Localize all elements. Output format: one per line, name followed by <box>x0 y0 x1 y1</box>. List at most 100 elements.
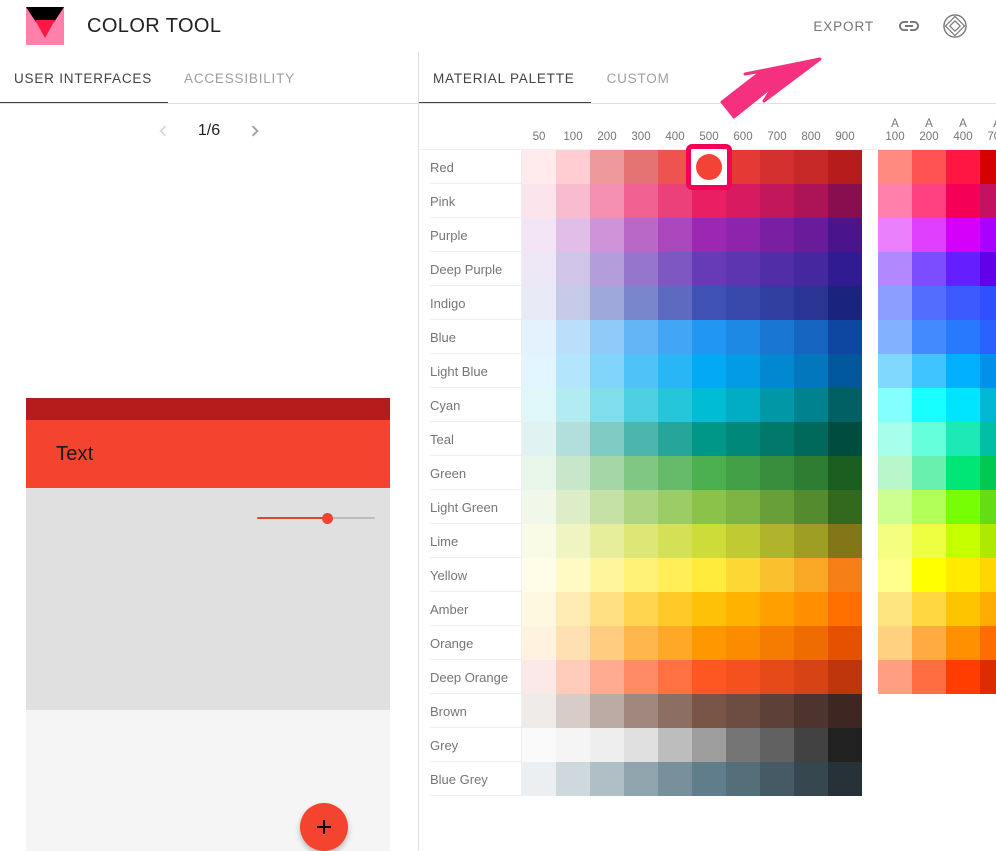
palette-swatch[interactable] <box>726 422 760 456</box>
palette-swatch[interactable] <box>760 660 794 694</box>
palette-swatch[interactable] <box>522 694 556 728</box>
palette-swatch[interactable] <box>556 150 590 184</box>
palette-swatch[interactable] <box>624 660 658 694</box>
palette-swatch[interactable] <box>794 558 828 592</box>
palette-swatch[interactable] <box>590 150 624 184</box>
palette-swatch[interactable] <box>828 286 862 320</box>
mockup-slider[interactable] <box>257 511 375 525</box>
palette-swatch[interactable] <box>828 762 862 796</box>
palette-row-label-blue[interactable]: Blue <box>420 320 522 354</box>
palette-swatch[interactable] <box>878 252 912 286</box>
palette-swatch[interactable] <box>760 320 794 354</box>
palette-swatch[interactable] <box>692 456 726 490</box>
chevron-right-icon[interactable] <box>238 118 272 144</box>
palette-row-label-blue-grey[interactable]: Blue Grey <box>420 762 522 796</box>
slider-thumb[interactable] <box>321 513 333 524</box>
palette-swatch[interactable] <box>878 150 912 184</box>
palette-swatch[interactable] <box>878 660 912 694</box>
palette-swatch[interactable] <box>980 422 996 456</box>
palette-swatch[interactable] <box>726 558 760 592</box>
palette-swatch[interactable] <box>980 626 996 660</box>
palette-swatch[interactable] <box>624 354 658 388</box>
palette-swatch[interactable] <box>912 490 946 524</box>
palette-swatch[interactable] <box>624 592 658 626</box>
palette-row-label-orange[interactable]: Orange <box>420 626 522 660</box>
palette-swatch[interactable] <box>658 626 692 660</box>
palette-swatch[interactable] <box>828 422 862 456</box>
palette-swatch[interactable] <box>946 150 980 184</box>
palette-swatch[interactable] <box>794 150 828 184</box>
palette-swatch[interactable] <box>556 524 590 558</box>
palette-swatch[interactable] <box>590 490 624 524</box>
palette-swatch[interactable] <box>692 354 726 388</box>
tab-user-interfaces[interactable]: USER INTERFACES <box>0 52 169 104</box>
palette-swatch[interactable] <box>556 694 590 728</box>
palette-swatch[interactable] <box>878 422 912 456</box>
palette-swatch[interactable] <box>624 626 658 660</box>
palette-swatch[interactable] <box>522 286 556 320</box>
palette-swatch[interactable] <box>624 728 658 762</box>
palette-swatch[interactable] <box>556 490 590 524</box>
palette-swatch[interactable] <box>692 626 726 660</box>
palette-swatch[interactable] <box>590 320 624 354</box>
palette-swatch[interactable] <box>760 558 794 592</box>
palette-swatch[interactable] <box>624 286 658 320</box>
palette-swatch[interactable] <box>912 150 946 184</box>
palette-swatch[interactable] <box>522 558 556 592</box>
palette-row-label-pink[interactable]: Pink <box>420 184 522 218</box>
palette-swatch[interactable] <box>946 592 980 626</box>
palette-swatch[interactable] <box>556 184 590 218</box>
palette-swatch[interactable] <box>878 388 912 422</box>
palette-swatch[interactable] <box>726 626 760 660</box>
palette-swatch[interactable] <box>692 592 726 626</box>
palette-swatch[interactable] <box>624 320 658 354</box>
palette-swatch[interactable] <box>692 286 726 320</box>
palette-swatch[interactable] <box>658 456 692 490</box>
palette-swatch[interactable] <box>692 320 726 354</box>
palette-swatch[interactable] <box>658 252 692 286</box>
palette-swatch[interactable] <box>522 592 556 626</box>
palette-swatch[interactable] <box>828 490 862 524</box>
palette-swatch[interactable] <box>760 592 794 626</box>
palette-swatch[interactable] <box>556 422 590 456</box>
palette-swatch[interactable] <box>794 320 828 354</box>
palette-swatch[interactable] <box>658 490 692 524</box>
palette-swatch[interactable] <box>556 558 590 592</box>
palette-swatch[interactable] <box>624 218 658 252</box>
palette-swatch[interactable] <box>760 728 794 762</box>
palette-swatch[interactable] <box>658 354 692 388</box>
palette-swatch[interactable] <box>624 252 658 286</box>
palette-swatch[interactable] <box>556 388 590 422</box>
palette-swatch[interactable] <box>624 762 658 796</box>
palette-swatch[interactable] <box>556 354 590 388</box>
palette-swatch[interactable] <box>590 456 624 490</box>
palette-swatch[interactable] <box>980 252 996 286</box>
palette-swatch[interactable] <box>556 728 590 762</box>
palette-swatch[interactable] <box>980 354 996 388</box>
palette-swatch[interactable] <box>946 490 980 524</box>
palette-swatch[interactable] <box>726 184 760 218</box>
palette-swatch[interactable] <box>522 422 556 456</box>
palette-swatch[interactable] <box>624 490 658 524</box>
palette-swatch[interactable] <box>726 762 760 796</box>
palette-swatch[interactable] <box>658 660 692 694</box>
palette-swatch[interactable] <box>760 456 794 490</box>
palette-swatch[interactable] <box>726 660 760 694</box>
palette-swatch[interactable] <box>658 286 692 320</box>
palette-swatch[interactable] <box>980 660 996 694</box>
palette-swatch[interactable] <box>828 694 862 728</box>
palette-swatch[interactable] <box>946 626 980 660</box>
palette-swatch[interactable] <box>556 286 590 320</box>
palette-swatch[interactable] <box>794 422 828 456</box>
palette-swatch[interactable] <box>590 592 624 626</box>
palette-swatch[interactable] <box>878 354 912 388</box>
palette-swatch[interactable] <box>912 524 946 558</box>
palette-swatch[interactable] <box>912 592 946 626</box>
palette-swatch[interactable] <box>760 422 794 456</box>
palette-swatch[interactable] <box>590 524 624 558</box>
palette-swatch[interactable] <box>794 762 828 796</box>
palette-swatch[interactable] <box>828 150 862 184</box>
palette-swatch[interactable] <box>946 354 980 388</box>
palette-swatch[interactable] <box>726 218 760 252</box>
palette-swatch[interactable] <box>726 524 760 558</box>
